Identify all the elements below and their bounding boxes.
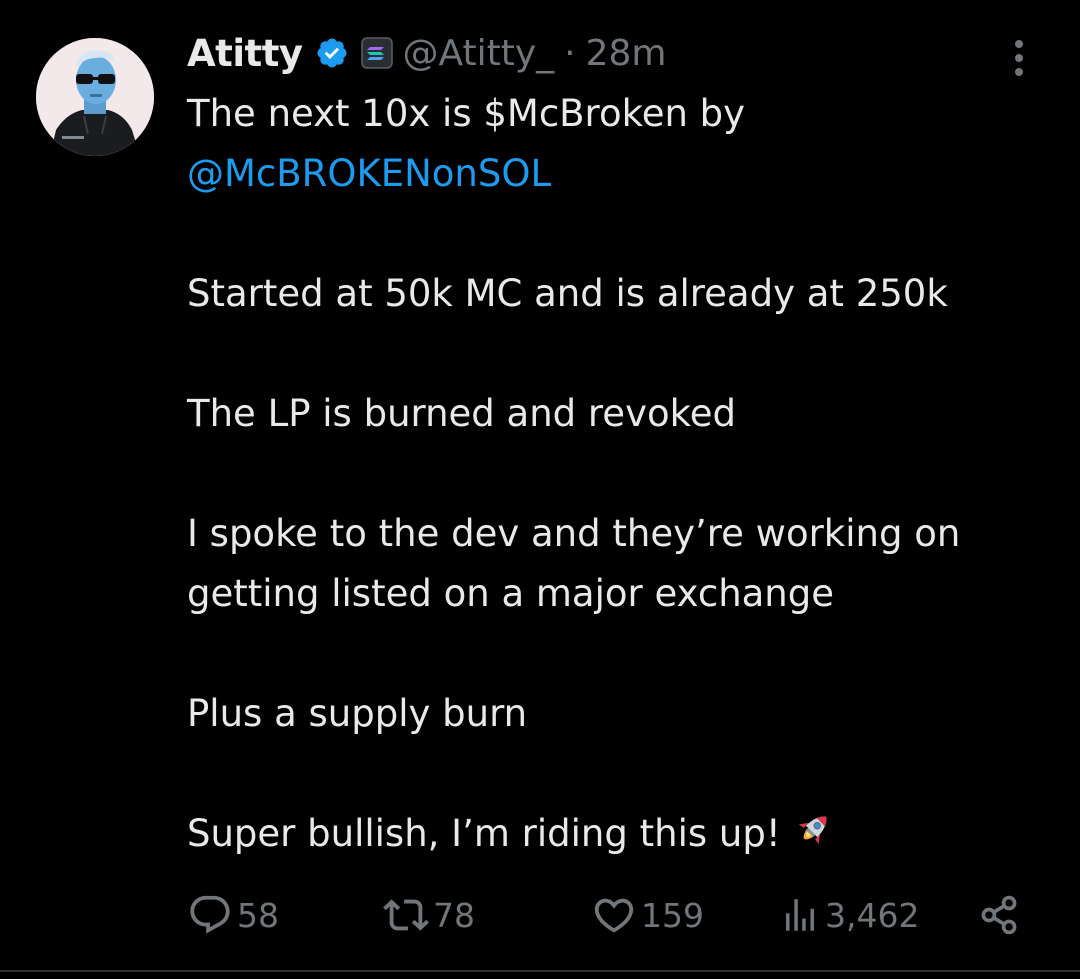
author-display-name[interactable]: Atitty: [187, 32, 303, 75]
heart-icon: [591, 892, 637, 938]
views-button[interactable]: 3,462: [779, 890, 919, 940]
tweet-line: Started at 50k MC and is already at 250k: [187, 272, 948, 315]
tweet-line: Plus a supply burn: [187, 692, 528, 735]
tweet-header: Atitty @Atitty_ · 28m: [187, 28, 667, 78]
share-icon: [977, 893, 1021, 937]
tweet: Atitty @Atitty_ · 28m The next 10x is $M…: [0, 0, 1080, 979]
like-button[interactable]: 159: [591, 890, 704, 940]
repost-button[interactable]: 78: [383, 890, 475, 940]
tweet-line: The LP is burned and revoked: [187, 392, 736, 435]
share-button[interactable]: [977, 890, 1021, 940]
divider: [0, 970, 1080, 972]
tweet-line-text: Super bullish, I’m riding this up!: [187, 812, 781, 855]
like-count: 159: [641, 895, 704, 935]
tweet-text: The next 10x is $McBroken by @McBROKENon…: [187, 84, 1047, 864]
tweet-line: The next 10x is $McBroken by: [187, 92, 746, 135]
tweet-line: getting listed on a major exchange: [187, 572, 835, 615]
reply-button[interactable]: 58: [187, 890, 279, 940]
repost-count: 78: [433, 895, 475, 935]
tweet-line: I spoke to the dev and they’re working o…: [187, 512, 961, 555]
mention-link[interactable]: @McBROKENonSOL: [187, 152, 551, 195]
more-options-icon[interactable]: [1004, 36, 1034, 80]
avatar-image: [36, 38, 154, 156]
reply-count: 58: [237, 895, 279, 935]
avatar[interactable]: [36, 38, 154, 156]
repost-icon: [383, 892, 429, 938]
separator-dot: ·: [564, 32, 576, 74]
action-bar: 58 78 159 3,462: [187, 890, 1037, 940]
rocket-emoji-icon: [791, 808, 835, 852]
tweet-last-line: Super bullish, I’m riding this up!: [187, 804, 1047, 864]
verified-badge-icon[interactable]: [315, 36, 349, 70]
tweet-timestamp[interactable]: 28m: [586, 33, 667, 74]
author-handle[interactable]: @Atitty_: [403, 33, 555, 74]
reply-icon: [187, 892, 233, 938]
solana-affiliate-icon[interactable]: [360, 37, 393, 69]
views-count: 3,462: [825, 895, 920, 935]
analytics-icon: [779, 892, 821, 938]
